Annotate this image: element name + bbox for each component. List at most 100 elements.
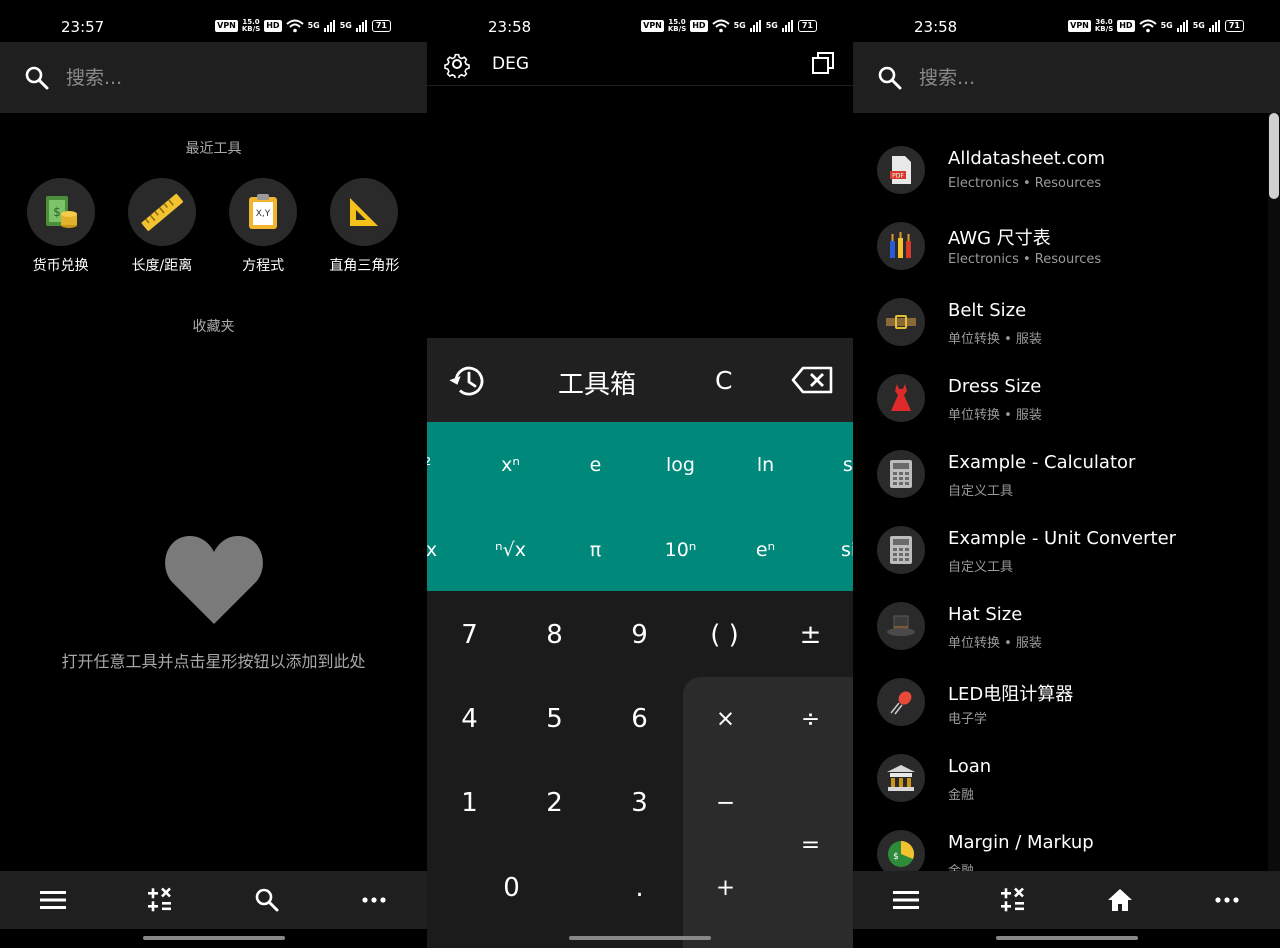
recent-tool-currency[interactable]: $ 货币兑换 [10, 178, 111, 275]
recent-tool-label: 方程式 [242, 258, 285, 274]
sci-key-pi[interactable]: π [553, 539, 638, 561]
recent-tool-label: 直角三角形 [329, 258, 400, 274]
key-0[interactable]: 0 [469, 846, 554, 930]
list-item[interactable]: Hat Size 单位转换 • 服装 [853, 591, 1280, 667]
key-9[interactable]: 9 [597, 593, 682, 677]
key-7[interactable]: 7 [427, 593, 512, 677]
gesture-handle[interactable] [995, 936, 1138, 940]
calculator-display [427, 86, 853, 338]
recent-tool-length[interactable]: 长度/距离 [111, 178, 212, 275]
list-item[interactable]: Example - Unit Converter 自定义工具 [853, 515, 1280, 591]
tool-title: AWG 尺寸表 [948, 228, 1051, 249]
key-1[interactable]: 1 [427, 761, 512, 845]
number-keypad: 7 8 9 ( ) ± 4 5 6 × ÷ 1 2 3 − = 0 . + [427, 591, 853, 948]
tool-subtitle: 单位转换 • 服装 [948, 636, 1042, 651]
favorites-empty-text: 打开任意工具并点击星形按钮以添加到此处 [61, 652, 366, 671]
key-5[interactable]: 5 [512, 677, 597, 761]
key-4[interactable]: 4 [427, 677, 512, 761]
clear-button[interactable]: C [715, 366, 732, 395]
sci-key-e-power[interactable]: eⁿ [723, 539, 808, 561]
calculator-icon [877, 450, 925, 498]
nav-menu-button[interactable] [876, 871, 936, 929]
gesture-handle[interactable] [142, 936, 285, 940]
calculator-toolbar: 工具箱 C [427, 338, 853, 422]
calculator-icon [877, 526, 925, 574]
sci-key-nth-root[interactable]: ⁿ√x [468, 539, 553, 561]
list-item[interactable]: PDF Alldatasheet.com Electronics • Resou… [853, 135, 1280, 211]
list-item[interactable]: Belt Size 单位转换 • 服装 [853, 287, 1280, 363]
sci-key-x[interactable]: x [427, 539, 474, 561]
signal-5g-2: 5G [765, 21, 778, 30]
list-item[interactable]: Dress Size 单位转换 • 服装 [853, 363, 1280, 439]
pie-chart-icon: $ [877, 830, 925, 871]
nav-calculator-button[interactable] [130, 871, 190, 929]
key-8[interactable]: 8 [512, 593, 597, 677]
key-decimal[interactable]: . [597, 846, 682, 930]
recent-tool-equation[interactable]: X,Y 方程式 [213, 178, 314, 275]
tool-title: Hat Size [948, 604, 1023, 625]
belt-icon [877, 298, 925, 346]
tool-title: Margin / Markup [948, 832, 1094, 853]
key-3[interactable]: 3 [597, 761, 682, 845]
key-plus[interactable]: + [683, 846, 768, 930]
angle-mode-toggle[interactable]: DEG [492, 54, 529, 74]
battery-level: 71 [371, 20, 391, 32]
nav-calculator-button[interactable] [983, 871, 1043, 929]
status-bar: 23:57 VPN 15.0 KB/S HD 5G 5G 71 [0, 0, 427, 42]
gesture-handle[interactable] [569, 936, 711, 940]
nav-more-button[interactable] [1197, 871, 1257, 929]
search-input[interactable] [66, 62, 366, 94]
tool-title: Example - Unit Converter [948, 528, 1177, 549]
list-item[interactable]: Example - Calculator 自定义工具 [853, 439, 1280, 515]
status-time: 23:57 [61, 18, 105, 36]
currency-icon: $ [26, 178, 95, 246]
calculator-icon [1001, 887, 1025, 912]
copy-icon[interactable] [811, 51, 835, 75]
gear-icon[interactable] [443, 50, 471, 78]
nav-home-button[interactable] [1090, 871, 1150, 929]
search-input[interactable] [919, 62, 1219, 94]
sci-key-ln[interactable]: ln [723, 454, 808, 476]
search-bar[interactable] [853, 42, 1280, 113]
key-parentheses[interactable]: ( ) [682, 593, 767, 677]
tool-title: Alldatasheet.com [948, 148, 1106, 169]
sci-key-square[interactable]: ² [427, 454, 470, 476]
key-divide[interactable]: ÷ [768, 677, 853, 761]
heart-icon [165, 536, 263, 624]
list-item[interactable]: AWG 尺寸表 Electronics • Resources [853, 211, 1280, 287]
key-multiply[interactable]: × [683, 677, 768, 761]
key-equals[interactable]: = [768, 803, 853, 887]
vpn-badge: VPN [641, 20, 664, 32]
signal-5g-1: 5G [733, 21, 746, 30]
status-time: 23:58 [488, 18, 532, 36]
sci-key-sin-inverse[interactable]: sir [810, 539, 853, 561]
nav-more-button[interactable] [344, 871, 404, 929]
recent-tool-right-triangle[interactable]: 直角三角形 [314, 178, 415, 275]
scrollbar-thumb[interactable] [1269, 113, 1279, 199]
key-minus[interactable]: − [683, 761, 768, 845]
network-speed: 15.0 KB/S [241, 18, 261, 33]
nav-search-button[interactable] [237, 871, 297, 929]
tool-title: Example - Calculator [948, 452, 1136, 473]
key-plus-minus[interactable]: ± [768, 593, 853, 677]
right-triangle-icon [330, 178, 399, 246]
calculator-top-bar: DEG [427, 42, 853, 86]
sci-key-log[interactable]: log [638, 454, 723, 476]
tools-list: PDF Alldatasheet.com Electronics • Resou… [853, 113, 1280, 871]
led-icon [877, 678, 925, 726]
scrollbar-track[interactable] [1268, 113, 1280, 871]
signal-bars-icon [355, 20, 367, 32]
backspace-icon[interactable] [791, 366, 833, 394]
search-icon [255, 888, 279, 912]
list-item[interactable]: Loan 金融 [853, 743, 1280, 819]
sci-key-power[interactable]: xⁿ [468, 454, 553, 476]
nav-menu-button[interactable] [23, 871, 83, 929]
key-6[interactable]: 6 [597, 677, 682, 761]
sci-key-e[interactable]: e [553, 454, 638, 476]
search-bar[interactable] [0, 42, 427, 113]
list-item[interactable]: LED电阻计算器 电子学 [853, 667, 1280, 743]
sci-key-sin[interactable]: si [808, 454, 853, 476]
sci-key-ten-power[interactable]: 10ⁿ [638, 539, 723, 561]
list-item[interactable]: $ Margin / Markup 金融 [853, 819, 1280, 871]
key-2[interactable]: 2 [512, 761, 597, 845]
